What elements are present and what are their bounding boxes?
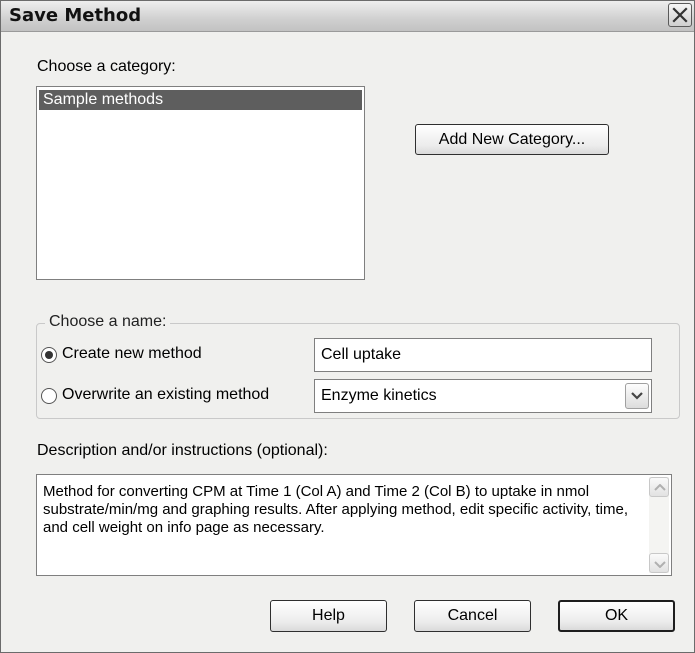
create-new-method-radio[interactable] — [41, 347, 57, 363]
existing-method-select[interactable]: Enzyme kinetics — [314, 379, 652, 413]
scroll-up-button[interactable] — [649, 477, 669, 497]
chevron-down-icon — [631, 392, 643, 400]
description-textarea[interactable]: Method for converting CPM at Time 1 (Col… — [36, 474, 672, 576]
method-name-input[interactable]: Cell uptake — [314, 338, 652, 372]
dropdown-button[interactable] — [625, 383, 649, 409]
cancel-button[interactable]: Cancel — [414, 600, 531, 632]
close-icon — [672, 7, 688, 23]
create-new-method-label[interactable]: Create new method — [62, 345, 202, 363]
list-item-sample-methods[interactable]: Sample methods — [39, 90, 362, 110]
help-button[interactable]: Help — [270, 600, 387, 632]
save-method-dialog: Save Method Choose a category: Sample me… — [0, 0, 695, 653]
description-text: Method for converting CPM at Time 1 (Col… — [43, 483, 628, 536]
category-label: Choose a category: — [37, 58, 176, 75]
overwrite-method-label[interactable]: Overwrite an existing method — [62, 386, 269, 404]
ok-button[interactable]: OK — [558, 600, 675, 632]
dialog-title: Save Method — [9, 5, 142, 26]
scroll-down-icon — [654, 561, 666, 568]
overwrite-method-radio[interactable] — [41, 388, 57, 404]
radio-selected-dot — [45, 351, 53, 359]
add-new-category-button[interactable]: Add New Category... — [415, 124, 609, 155]
description-label: Description and/or instructions (optiona… — [37, 442, 328, 459]
choose-name-legend: Choose a name: — [45, 313, 171, 331]
close-button[interactable] — [668, 3, 692, 27]
method-name-value: Cell uptake — [321, 346, 402, 363]
existing-method-value: Enzyme kinetics — [321, 387, 437, 404]
description-scrollbar[interactable] — [649, 477, 669, 573]
title-bar[interactable]: Save Method — [1, 1, 694, 32]
category-listbox[interactable]: Sample methods — [36, 86, 365, 280]
scroll-up-icon — [654, 484, 666, 491]
scroll-down-button[interactable] — [649, 553, 669, 573]
